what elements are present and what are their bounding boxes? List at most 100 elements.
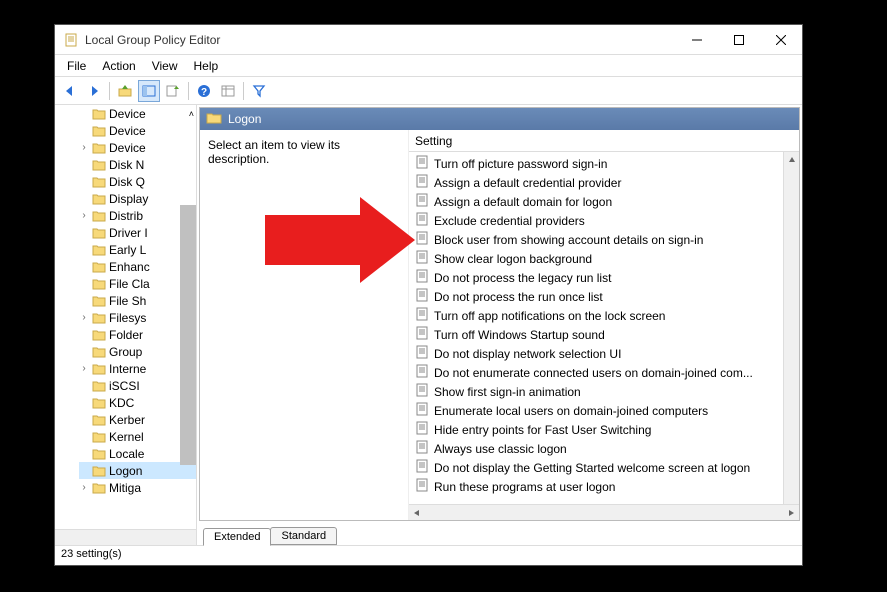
close-button[interactable]: [760, 26, 802, 54]
forward-button[interactable]: [83, 80, 105, 102]
setting-label: Show first sign-in animation: [434, 385, 581, 399]
setting-row[interactable]: Show clear logon background: [409, 249, 799, 268]
scroll-up-icon[interactable]: [784, 152, 799, 168]
tree-item[interactable]: Kernel: [79, 428, 196, 445]
tree-item[interactable]: Disk N: [79, 156, 196, 173]
tree-item-label: Interne: [109, 362, 146, 376]
tree-item[interactable]: › Interne: [79, 360, 196, 377]
expand-icon[interactable]: ›: [79, 363, 89, 374]
tree-item[interactable]: Disk Q: [79, 173, 196, 190]
policy-icon: [415, 383, 429, 400]
tree-item[interactable]: Group: [79, 343, 196, 360]
show-hide-tree-button[interactable]: [138, 80, 160, 102]
setting-label: Turn off Windows Startup sound: [434, 328, 605, 342]
folder-icon: [92, 414, 106, 426]
tree-item[interactable]: Device: [79, 122, 196, 139]
setting-row[interactable]: Do not process the legacy run list: [409, 268, 799, 287]
menu-file[interactable]: File: [59, 57, 94, 75]
tree-item[interactable]: File Cla: [79, 275, 196, 292]
tree-item-label: Mitiga: [109, 481, 141, 495]
setting-row[interactable]: Turn off Windows Startup sound: [409, 325, 799, 344]
tree-item[interactable]: KDC: [79, 394, 196, 411]
filter-button[interactable]: [248, 80, 270, 102]
properties-button[interactable]: [217, 80, 239, 102]
setting-row[interactable]: Block user from showing account details …: [409, 230, 799, 249]
view-tabs: Extended Standard: [197, 523, 802, 545]
up-button[interactable]: [114, 80, 136, 102]
tree-item-label: Device: [109, 124, 146, 138]
tree-item[interactable]: Display: [79, 190, 196, 207]
setting-row[interactable]: Show first sign-in animation: [409, 382, 799, 401]
tree-item[interactable]: Enhanc: [79, 258, 196, 275]
tree-item[interactable]: Driver I: [79, 224, 196, 241]
setting-label: Do not display network selection UI: [434, 347, 621, 361]
title-bar[interactable]: Local Group Policy Editor: [55, 25, 802, 55]
menu-action[interactable]: Action: [94, 57, 143, 75]
expand-icon[interactable]: ›: [79, 312, 89, 323]
setting-row[interactable]: Assign a default credential provider: [409, 173, 799, 192]
expand-icon[interactable]: ›: [79, 482, 89, 493]
tree-item[interactable]: Logon: [79, 462, 196, 479]
setting-row[interactable]: Assign a default domain for logon: [409, 192, 799, 211]
setting-row[interactable]: Do not enumerate connected users on doma…: [409, 363, 799, 382]
tab-standard[interactable]: Standard: [270, 527, 337, 545]
setting-label: Turn off picture password sign-in: [434, 157, 607, 171]
setting-row[interactable]: Exclude credential providers: [409, 211, 799, 230]
setting-row[interactable]: Do not process the run once list: [409, 287, 799, 306]
app-icon: [63, 32, 79, 48]
tree-item[interactable]: iSCSI: [79, 377, 196, 394]
tree-item[interactable]: › Mitiga: [79, 479, 196, 496]
setting-row[interactable]: Turn off picture password sign-in: [409, 154, 799, 173]
help-button[interactable]: ?: [193, 80, 215, 102]
setting-row[interactable]: Enumerate local users on domain-joined c…: [409, 401, 799, 420]
tree-item[interactable]: Kerber: [79, 411, 196, 428]
scroll-left-icon[interactable]: [409, 505, 425, 520]
folder-icon: [92, 397, 106, 409]
setting-row[interactable]: Run these programs at user logon: [409, 477, 799, 496]
tree-item-label: Early L: [109, 243, 146, 257]
tree-item[interactable]: Early L: [79, 241, 196, 258]
tree-item-label: Locale: [109, 447, 144, 461]
tree-item[interactable]: File Sh: [79, 292, 196, 309]
list-hscroll[interactable]: [409, 504, 799, 520]
tree-item[interactable]: Folder: [79, 326, 196, 343]
tree-item[interactable]: Locale: [79, 445, 196, 462]
setting-row[interactable]: Do not display the Getting Started welco…: [409, 458, 799, 477]
tree-vscroll-thumb[interactable]: [180, 205, 196, 465]
setting-row[interactable]: Hide entry points for Fast User Switchin…: [409, 420, 799, 439]
tree-item[interactable]: ›Distrib: [79, 207, 196, 224]
setting-label: Show clear logon background: [434, 252, 592, 266]
setting-row[interactable]: Always use classic logon: [409, 439, 799, 458]
maximize-button[interactable]: [718, 26, 760, 54]
setting-row[interactable]: Do not display network selection UI: [409, 344, 799, 363]
scroll-right-icon[interactable]: [783, 505, 799, 520]
policy-icon: [415, 231, 429, 248]
settings-list[interactable]: Turn off picture password sign-in Assign …: [409, 152, 799, 504]
minimize-button[interactable]: [676, 26, 718, 54]
menu-view[interactable]: View: [144, 57, 186, 75]
menu-help[interactable]: Help: [186, 57, 227, 75]
tree-item-label: Logon: [109, 464, 142, 478]
folder-icon: [92, 431, 106, 443]
tree-item-label: KDC: [109, 396, 134, 410]
setting-label: Enumerate local users on domain-joined c…: [434, 404, 708, 418]
list-vscroll[interactable]: [783, 152, 799, 504]
description-text: Select an item to view its description.: [208, 138, 400, 166]
tree-item[interactable]: ›Filesys: [79, 309, 196, 326]
tree-item[interactable]: Device˄: [79, 105, 196, 122]
back-button[interactable]: [59, 80, 81, 102]
tree-item-label: File Sh: [109, 294, 146, 308]
setting-row[interactable]: Turn off app notifications on the lock s…: [409, 306, 799, 325]
status-bar: 23 setting(s): [55, 545, 802, 565]
tree-hscroll[interactable]: [55, 529, 196, 545]
tree-list[interactable]: Device˄Device›DeviceDisk NDisk QDisplay›…: [55, 105, 196, 529]
tree-item-label: Group: [109, 345, 142, 359]
column-header-setting[interactable]: Setting: [409, 130, 799, 152]
content-area: Device˄Device›DeviceDisk NDisk QDisplay›…: [55, 105, 802, 545]
tree-item[interactable]: ›Device: [79, 139, 196, 156]
expand-icon[interactable]: ›: [79, 210, 89, 221]
export-button[interactable]: [162, 80, 184, 102]
expand-icon[interactable]: ›: [79, 142, 89, 153]
tab-extended[interactable]: Extended: [203, 528, 271, 546]
policy-icon: [415, 307, 429, 324]
